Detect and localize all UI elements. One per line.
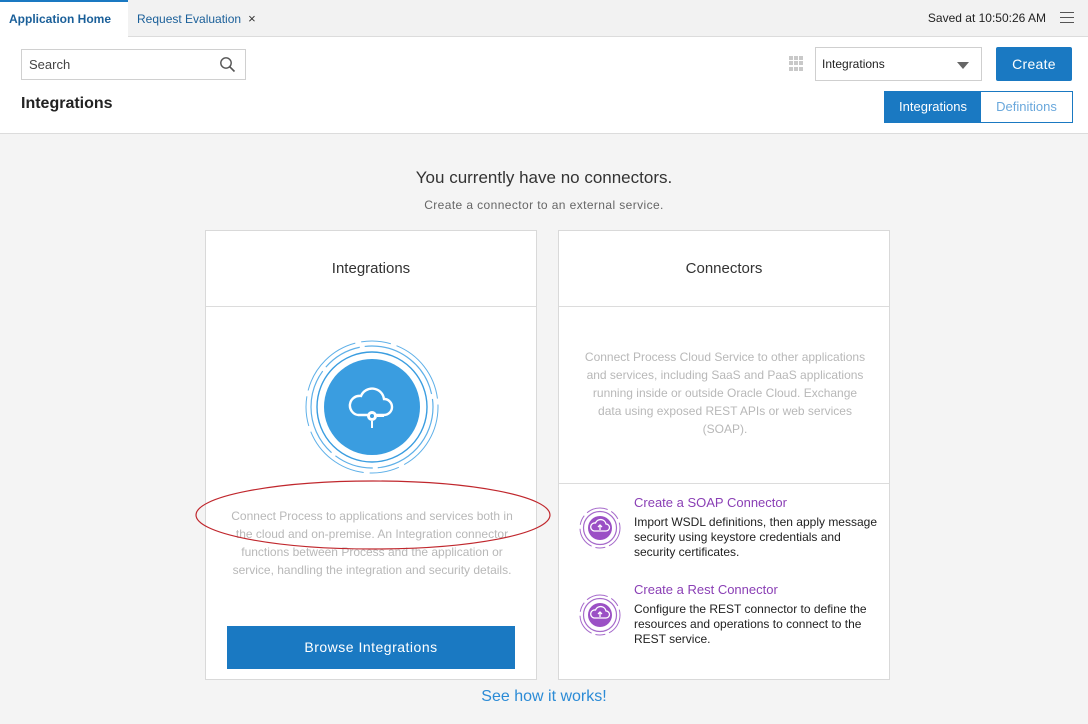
empty-state-subtitle: Create a connector to an external servic… — [424, 198, 664, 212]
browse-integrations-button[interactable]: Browse Integrations — [227, 626, 515, 669]
highlight-ellipse — [195, 480, 551, 550]
soap-connector-description: Import WSDL definitions, then apply mess… — [634, 515, 878, 559]
cloud-integration-icon — [305, 340, 439, 474]
tab-bar: Application Home Request Evaluation × Sav… — [0, 0, 1088, 37]
close-icon[interactable]: × — [248, 11, 256, 26]
toggle-integrations[interactable]: Integrations — [885, 92, 981, 122]
tab-application-home[interactable]: Application Home — [0, 0, 128, 37]
cloud-connector-icon — [579, 594, 621, 636]
empty-state-title: You currently have no connectors. — [415, 168, 673, 187]
search-input[interactable] — [22, 50, 212, 79]
chevron-down-icon — [957, 62, 969, 69]
cloud-connector-icon — [579, 507, 621, 549]
tab-request-evaluation[interactable]: Request Evaluation × — [128, 0, 256, 37]
card-divider — [559, 483, 889, 484]
tab-label: Request Evaluation — [137, 12, 242, 26]
card-heading: Connectors — [559, 231, 889, 307]
page-title: Integrations — [21, 95, 113, 112]
connectors-description: Connect Process Cloud Service to other a… — [584, 350, 866, 436]
integrations-card: Integrations Connect Process to applicat… — [205, 230, 537, 680]
connectors-card: Connectors Connect Process Cloud Service… — [558, 230, 890, 680]
select-value: Integrations — [822, 57, 885, 71]
tab-label: Application Home — [9, 12, 112, 26]
rest-connector-description: Configure the REST connector to define t… — [634, 602, 867, 646]
card-heading: Integrations — [206, 231, 536, 307]
create-button[interactable]: Create — [996, 47, 1072, 81]
rest-connector-link[interactable]: Create a Rest Connector — [634, 582, 778, 597]
search-box[interactable] — [21, 49, 246, 80]
view-toggle: Integrations Definitions — [884, 91, 1073, 123]
menu-icon[interactable] — [1060, 12, 1074, 27]
see-how-it-works-link[interactable]: See how it works! — [0, 688, 1088, 706]
search-icon[interactable] — [219, 56, 236, 73]
toggle-definitions[interactable]: Definitions — [981, 92, 1072, 122]
main-content: You currently have no connectors. Create… — [0, 134, 1088, 724]
integrations-select[interactable]: Integrations — [815, 47, 982, 81]
grid-icon[interactable] — [789, 56, 804, 71]
soap-connector-link[interactable]: Create a SOAP Connector — [634, 495, 787, 510]
saved-status: Saved at 10:50:26 AM — [927, 11, 1046, 25]
